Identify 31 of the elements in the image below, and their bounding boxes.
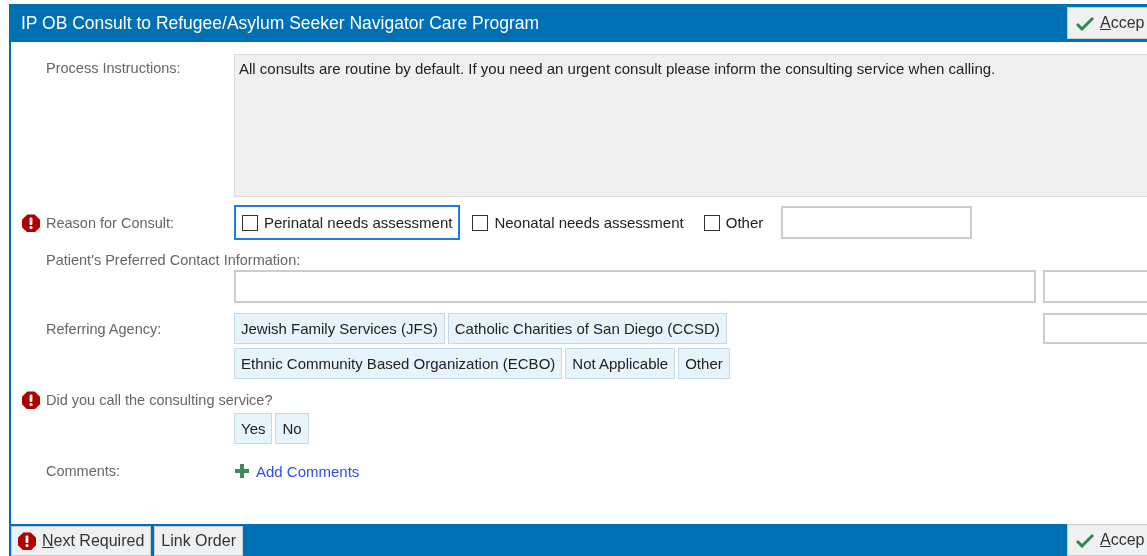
field-label: Comments:	[46, 463, 121, 479]
agency-option[interactable]: Ethnic Community Based Organization (ECBO)	[234, 348, 563, 379]
answer-option[interactable]: No	[275, 413, 309, 444]
link-order-button[interactable]: Link Order	[154, 526, 243, 556]
field-label: Process Instructions:	[46, 60, 181, 76]
window-title: IP OB Consult to Refugee/Asylum Seeker Navigator Care Program	[20, 12, 540, 34]
checkbox-option[interactable]: Other	[695, 205, 772, 240]
next-required-button[interactable]: Next Required	[11, 526, 152, 556]
field-label: Reason for Consult:	[46, 214, 175, 231]
agency-option[interactable]: Not Applicable	[565, 348, 676, 379]
check-icon	[1076, 15, 1094, 31]
contact-field[interactable]	[234, 270, 1036, 303]
plus-icon	[234, 463, 250, 479]
accept-button[interactable]: Accep	[1067, 7, 1147, 39]
field-label: Patient's Preferred Contact Information:	[46, 252, 301, 268]
field-label: Did you call the consulting service?	[46, 392, 273, 408]
agency-option[interactable]: Other	[678, 348, 730, 379]
instructions-text: All consults are routine by default. If you need an urgent consult please inform the consulting service when calling.	[234, 54, 1147, 197]
accept-button[interactable]: Accep	[1067, 524, 1147, 556]
field-label: Referring Agency:	[46, 321, 162, 337]
answer-option[interactable]: Yes	[234, 413, 273, 444]
agency-option[interactable]: Catholic Charities of San Diego (CCSD)	[447, 313, 727, 344]
add-comments-link[interactable]: Add Comments	[234, 461, 360, 481]
agency-option[interactable]: Jewish Family Services (JFS)	[234, 313, 445, 344]
contact-field[interactable]	[1043, 270, 1147, 303]
error-icon	[18, 532, 36, 550]
check-icon	[1076, 532, 1094, 548]
checkbox-option[interactable]: Perinatal needs assessment	[234, 205, 461, 240]
agency-text-field[interactable]	[1043, 313, 1147, 344]
other-text-field[interactable]	[781, 206, 973, 239]
checkbox-option[interactable]: Neonatal needs assessment	[464, 205, 692, 240]
